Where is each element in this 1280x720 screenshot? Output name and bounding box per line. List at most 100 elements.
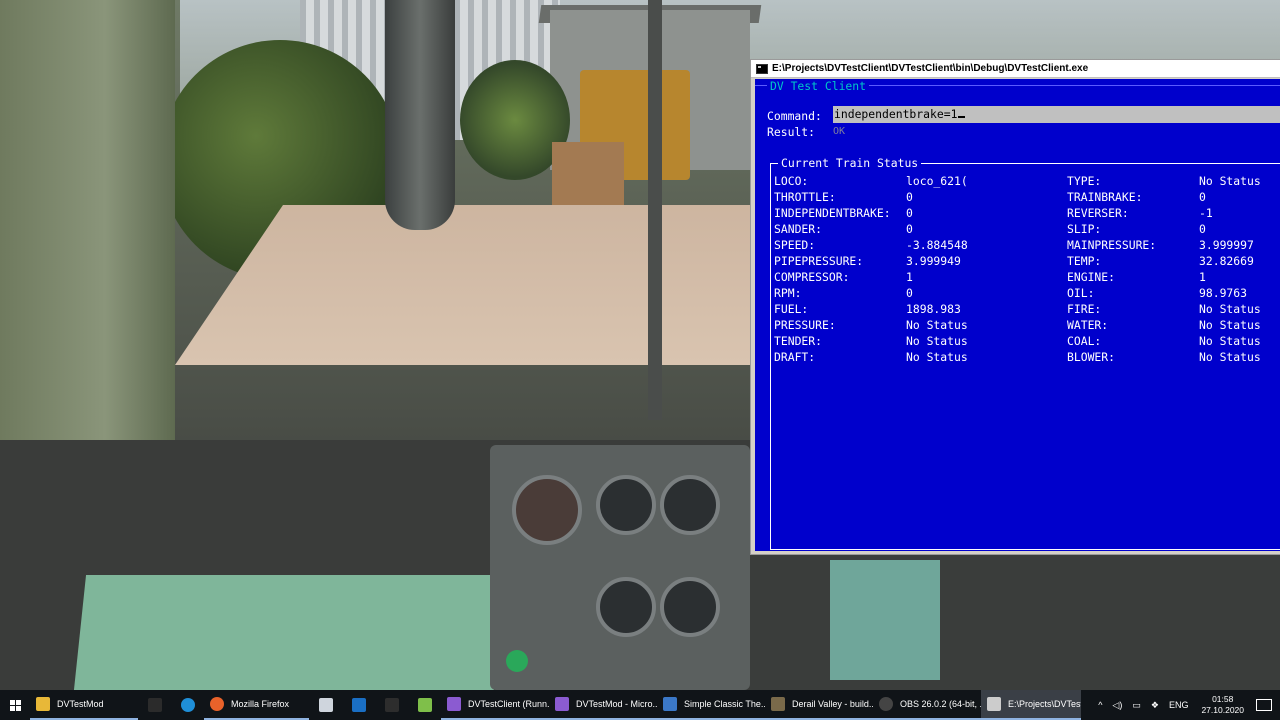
console-client-area[interactable]: DV Test Client Command: independentbrake…	[755, 79, 1280, 551]
status-label: TENDER:	[774, 334, 823, 348]
status-value: 0	[906, 190, 913, 204]
gauge-icon	[512, 475, 582, 545]
status-value: -3.884548	[906, 238, 968, 252]
taskbar-item-label: DVTestMod	[57, 699, 104, 709]
status-label: FIRE:	[1067, 302, 1102, 316]
scene-tank	[830, 560, 940, 680]
status-value: 0	[906, 286, 913, 300]
taskbar-item-label: OBS 26.0.2 (64-bit, ...	[900, 699, 981, 709]
status-value: No Status	[906, 318, 968, 332]
taskbar-item-firefox[interactable]: Mozilla Firefox	[204, 690, 309, 720]
volume-icon[interactable]: ◁)	[1112, 700, 1122, 711]
taskbar-item-label: Mozilla Firefox	[231, 699, 290, 709]
result-label: Result:	[767, 125, 816, 139]
taskbar-item-label: DVTestClient (Runn...	[468, 699, 549, 709]
status-value: 1898.983	[906, 302, 961, 316]
status-value: No Status	[1199, 350, 1261, 364]
terminal-icon	[147, 698, 162, 712]
clock-date: 27.10.2020	[1201, 705, 1244, 715]
status-label: COAL:	[1067, 334, 1102, 348]
notepad-icon	[417, 698, 432, 712]
status-label: WATER:	[1067, 318, 1109, 332]
status-value: 1	[906, 270, 913, 284]
status-label: COMPRESSOR:	[774, 270, 850, 284]
taskbar-item-label: Simple Classic The...	[684, 699, 765, 709]
status-value: 0	[906, 222, 913, 236]
taskbar-item-label: E:\Projects\DVTest...	[1008, 699, 1081, 709]
command-input[interactable]: independentbrake=1	[833, 106, 1280, 123]
taskbar-item-label: Derail Valley - build...	[792, 699, 873, 709]
command-value: independentbrake=1	[834, 107, 958, 121]
taskbar-item-obs[interactable]: OBS 26.0.2 (64-bit, ...	[873, 690, 981, 720]
taskbar-item-vs-mod[interactable]: DVTestMod - Micro...	[549, 690, 657, 720]
folder-icon	[36, 697, 50, 711]
green-button-icon	[506, 650, 528, 672]
outlook-icon	[351, 698, 366, 712]
status-value: 3.999997	[1199, 238, 1254, 252]
scene-gauge-panel	[490, 445, 750, 690]
app-title: DV Test Client	[767, 79, 870, 93]
status-label: TEMP:	[1067, 254, 1102, 268]
taskbar-item-vs-running[interactable]: DVTestClient (Runn...	[441, 690, 549, 720]
status-value: No Status	[1199, 334, 1261, 348]
status-value: No Status	[1199, 174, 1261, 188]
taskbar-item-dvtestmod-folder[interactable]: DVTestMod	[30, 690, 138, 720]
firefox-icon	[210, 697, 224, 711]
x-icon	[384, 698, 399, 712]
taskbar-item-derail-valley[interactable]: Derail Valley - build...	[765, 690, 873, 720]
taskbar-item-edge[interactable]	[171, 690, 204, 720]
taskbar: DVTestMod Mozilla Firefox DVTestClient (Ru…	[0, 690, 1280, 720]
gauge-icon	[596, 475, 656, 535]
notification-icon[interactable]	[1256, 699, 1272, 711]
gauge-icon	[660, 475, 720, 535]
status-label: REVERSER:	[1067, 206, 1129, 220]
status-label: THROTTLE:	[774, 190, 836, 204]
console-icon	[987, 697, 1001, 711]
window-icon	[663, 697, 677, 711]
clock[interactable]: 01:58 27.10.2020	[1201, 694, 1244, 716]
status-value: 98.9763	[1199, 286, 1248, 300]
scene-window-pillar	[648, 0, 662, 420]
windows-logo-icon	[9, 699, 21, 711]
console-window[interactable]: E:\Projects\DVTestClient\DVTestClient\bi…	[750, 59, 1280, 555]
clock-time: 01:58	[1212, 694, 1234, 704]
window-titlebar[interactable]: E:\Projects\DVTestClient\DVTestClient\bi…	[751, 60, 1280, 78]
obs-icon	[879, 697, 893, 711]
status-label: RPM:	[774, 286, 802, 300]
status-value: 1	[1199, 270, 1206, 284]
status-value: 0	[1199, 190, 1206, 204]
taskbar-item-console[interactable]: E:\Projects\DVTest...	[981, 690, 1081, 720]
taskbar-item-terminal[interactable]	[138, 690, 171, 720]
start-button[interactable]	[0, 690, 30, 720]
gauge-icon	[596, 577, 656, 637]
network-icon[interactable]: ▭	[1132, 700, 1141, 711]
taskbar-items: DVTestMod Mozilla Firefox DVTestClient (Ru…	[30, 690, 1081, 720]
language-indicator[interactable]: ENG	[1169, 700, 1189, 710]
taskbar-item-app-a[interactable]	[309, 690, 342, 720]
status-label: BLOWER:	[1067, 350, 1116, 364]
dropbox-icon[interactable]: ❖	[1151, 700, 1159, 711]
taskbar-item-outlook[interactable]	[342, 690, 375, 720]
result-value: OK	[833, 124, 1280, 139]
visual-studio-icon	[447, 697, 461, 711]
status-value: 0	[1199, 222, 1206, 236]
taskbar-item-excel-x[interactable]	[375, 690, 408, 720]
command-label: Command:	[767, 109, 822, 123]
taskbar-item-simple-classic[interactable]: Simple Classic The...	[657, 690, 765, 720]
status-value: No Status	[1199, 302, 1261, 316]
status-label: TRAINBRAKE:	[1067, 190, 1143, 204]
status-title: Current Train Status	[778, 156, 922, 170]
edge-icon	[180, 698, 195, 712]
status-value: No Status	[906, 334, 968, 348]
taskbar-item-notepad-plus[interactable]	[408, 690, 441, 720]
status-label: MAINPRESSURE:	[1067, 238, 1157, 252]
console-app-icon[interactable]	[756, 63, 768, 74]
scene-dashboard	[73, 575, 507, 690]
status-label: OIL:	[1067, 286, 1095, 300]
scene-crate	[552, 142, 624, 212]
status-value: -1	[1199, 206, 1213, 220]
status-value: loco_621(	[906, 174, 968, 188]
chevron-up-icon[interactable]: ^	[1098, 700, 1102, 710]
app-icon	[318, 698, 333, 712]
status-value: 0	[906, 206, 913, 220]
